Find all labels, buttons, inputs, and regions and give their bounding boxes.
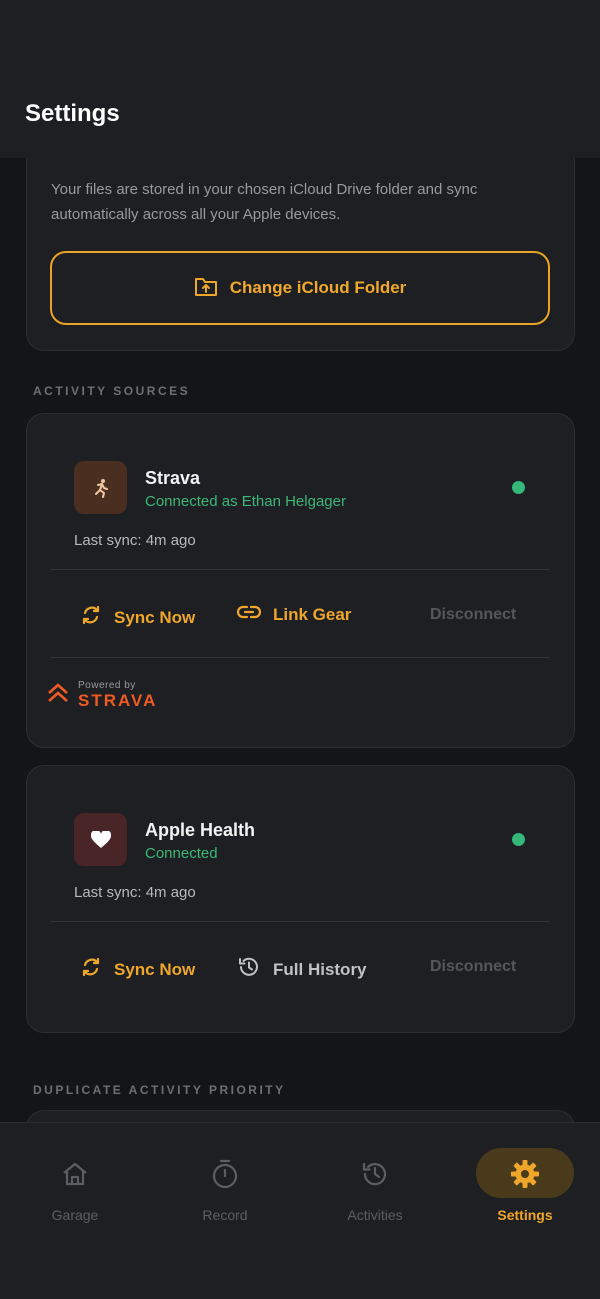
home-icon (59, 1158, 91, 1190)
heart-icon (74, 813, 127, 866)
divider (50, 921, 550, 922)
strava-sync-now-button[interactable]: Sync Now (80, 604, 195, 631)
apple-health-disconnect-button[interactable]: Disconnect (430, 958, 516, 976)
sync-now-label: Sync Now (114, 959, 196, 979)
tab-record-label: Record (202, 1207, 248, 1223)
link-gear-label: Link Gear (273, 604, 352, 624)
history-icon (359, 1158, 391, 1190)
strava-last-sync: Last sync: 4m ago (74, 532, 196, 549)
change-icloud-folder-label: Change iCloud Folder (229, 278, 407, 297)
settings-content: Your files are stored in your chosen iCl… (0, 0, 600, 1299)
powered-by-strava: Powered by STRAVA (47, 680, 157, 710)
app-header: Settings (0, 0, 600, 158)
strava-status: Connected as Ethan Helgager (145, 493, 346, 510)
sync-icon (80, 604, 102, 631)
tab-settings[interactable]: Settings (475, 1123, 600, 1243)
apple-health-last-sync: Last sync: 4m ago (74, 884, 196, 901)
folder-upload-icon (194, 275, 218, 302)
strava-runner-icon (74, 461, 127, 514)
tab-garage[interactable]: Garage (0, 1123, 150, 1243)
section-duplicate-priority: DUPLICATE ACTIVITY PRIORITY (33, 1083, 286, 1097)
page-title: Settings (25, 100, 120, 127)
sync-icon (80, 956, 102, 983)
full-history-label: Full History (273, 959, 367, 979)
change-icloud-folder-button[interactable]: Change iCloud Folder (50, 251, 550, 325)
section-activity-sources: ACTIVITY SOURCES (33, 384, 191, 398)
strava-disconnect-button[interactable]: Disconnect (430, 606, 516, 624)
tab-activities-label: Activities (347, 1207, 403, 1223)
link-gear-button[interactable]: Link Gear (236, 604, 352, 625)
divider (50, 569, 550, 570)
apple-health-status: Connected (145, 845, 218, 862)
strava-status-dot (512, 481, 525, 494)
tab-activities[interactable]: Activities (300, 1123, 450, 1243)
apple-health-card: Apple Health Connected Last sync: 4m ago… (26, 765, 575, 1033)
divider (50, 657, 550, 658)
tab-garage-label: Garage (51, 1207, 99, 1223)
bottom-tab-bar: Garage Record Activities Settings (0, 1122, 600, 1299)
tab-record[interactable]: Record (150, 1123, 300, 1243)
strava-name: Strava (145, 468, 201, 488)
sync-now-label: Sync Now (114, 607, 196, 627)
icloud-description: Your files are stored in your chosen iCl… (51, 181, 478, 223)
link-icon (236, 604, 262, 625)
apple-health-sync-now-button[interactable]: Sync Now (80, 956, 195, 983)
full-history-button[interactable]: Full History (237, 956, 367, 983)
strava-logo-icon (47, 682, 69, 708)
powered-by-text: Powered by (78, 680, 136, 691)
stopwatch-icon (209, 1158, 241, 1190)
tab-settings-label: Settings (497, 1207, 553, 1223)
history-icon (237, 956, 261, 983)
apple-health-status-dot (512, 833, 525, 846)
strava-brand-text: STRAVA (78, 691, 158, 710)
gear-icon (509, 1158, 541, 1190)
apple-health-name: Apple Health (145, 820, 256, 840)
